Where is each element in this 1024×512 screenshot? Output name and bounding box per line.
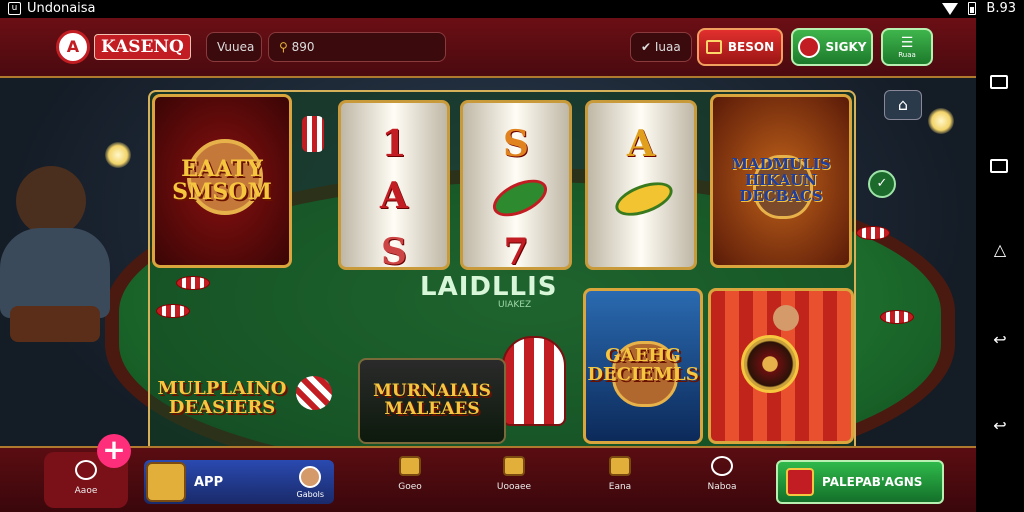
bottom-nav-item-3[interactable]: Eana xyxy=(590,456,650,506)
game-tile-gaehg[interactable]: GAEHG DECIEMLS xyxy=(583,288,703,444)
battery-icon xyxy=(968,2,977,15)
menu-sublabel: Ruaa xyxy=(898,50,916,59)
clock: B.93 xyxy=(986,1,1016,16)
overview-icon[interactable] xyxy=(990,159,1008,173)
chat-bubble-icon xyxy=(711,456,733,476)
reel-symbol: S xyxy=(381,231,407,273)
game-title: GAEHG DECIEMLS xyxy=(587,345,699,385)
dice-cup-icon xyxy=(502,336,566,426)
search-icon: ⚲ xyxy=(279,40,292,54)
watermelon-symbol-icon xyxy=(487,172,553,224)
game-title: MURNAIAIS MALEAES xyxy=(373,381,491,419)
logo-emblem-icon: A xyxy=(56,30,90,64)
casino-chip-icon xyxy=(156,304,190,318)
logo-text: KASENQ xyxy=(94,34,191,60)
reel-2: S 7 xyxy=(460,100,572,273)
game-title: MULPLAINO DEASIERS xyxy=(157,378,287,418)
app-icon xyxy=(146,462,186,502)
carrier-name: Undonaisa xyxy=(27,1,96,16)
chat-icon[interactable]: ✓ xyxy=(868,170,896,198)
table-subtitle: UIAKEZ xyxy=(498,300,532,310)
status-bar: u Undonaisa B.93 xyxy=(0,0,1024,18)
reel-symbol: 1 xyxy=(381,123,407,165)
dice-icon xyxy=(296,376,332,410)
reel-symbol: S xyxy=(503,123,529,165)
wifi-icon xyxy=(942,2,959,15)
promotions-label: PALEPAB'AGNS xyxy=(822,475,923,489)
reel-symbol: 7 xyxy=(503,231,529,273)
system-nav-bar: △ ↩ ↩ xyxy=(976,18,1024,512)
home-nav-icon xyxy=(75,460,97,480)
menu-button[interactable]: ☰ Ruaa xyxy=(881,28,933,66)
avatar xyxy=(797,36,820,58)
reel-3: A xyxy=(585,100,697,270)
recent-apps-icon[interactable] xyxy=(990,75,1008,89)
money-bag-icon xyxy=(609,456,631,476)
app-download-button[interactable]: APP Gabols xyxy=(144,460,334,504)
reel-symbol: A xyxy=(627,123,655,165)
back-icon[interactable]: ↩ xyxy=(990,330,1010,350)
nav-label: Naboa xyxy=(707,482,737,492)
bottom-nav-item-2[interactable]: Uooaee xyxy=(484,456,544,506)
casino-chip-icon xyxy=(856,226,890,240)
ceiling-lamp xyxy=(105,142,131,168)
profile-label: SIGKY xyxy=(825,40,867,54)
nav-pill[interactable]: Vuuea xyxy=(206,32,262,62)
gift-icon xyxy=(786,468,814,496)
home-icon[interactable]: △ xyxy=(990,240,1010,260)
game-title: EAATY SMSOM xyxy=(172,155,272,205)
back-alt-icon[interactable]: ↩ xyxy=(990,416,1010,436)
bottom-nav-item-1[interactable]: Goeo xyxy=(380,456,440,506)
dice-cup-icon xyxy=(302,116,324,152)
banana-symbol-icon xyxy=(611,175,677,223)
logo[interactable]: A KASENQ xyxy=(56,30,191,64)
promotions-button[interactable]: PALEPAB'AGNS xyxy=(776,460,944,504)
balance-label: BESON xyxy=(727,40,775,54)
player-character-body xyxy=(0,228,110,318)
lobby-home-button[interactable]: ⌂ xyxy=(884,90,922,120)
player-character-head xyxy=(16,166,86,236)
reel-1: 1 A S xyxy=(338,100,450,273)
menu-icon: ☰ xyxy=(900,34,914,51)
roulette-wheel-icon xyxy=(741,335,799,393)
status-pill[interactable]: ✔ Iuaa xyxy=(630,32,692,62)
profile-button[interactable]: SIGKY xyxy=(791,28,873,66)
search-input[interactable]: ⚲ 890 xyxy=(268,32,446,62)
app-side-label: Gabols xyxy=(296,489,324,499)
nav-label: Eana xyxy=(608,482,632,492)
wallet-icon xyxy=(705,40,722,54)
casino-app: A KASENQ Vuuea ⚲ 890 ✔ Iuaa BESON SIGKY … xyxy=(0,18,976,512)
nav-label: Uooaee xyxy=(496,482,532,492)
game-tile-eaaty-smsom[interactable]: EAATY SMSOM xyxy=(152,94,292,268)
casino-chip-icon xyxy=(880,310,914,324)
top-header: A KASENQ Vuuea ⚲ 890 ✔ Iuaa BESON SIGKY … xyxy=(0,18,976,78)
game-title: MADMULIS HIKAUN DECBACS xyxy=(731,155,831,205)
app-label: APP xyxy=(194,474,224,490)
slot-lever-base xyxy=(10,306,100,342)
barrel-icon xyxy=(503,456,525,476)
bottom-nav-item-4[interactable]: Naboa xyxy=(692,456,752,506)
nav-label: Goeo xyxy=(398,482,422,492)
game-tile-mulplaino[interactable]: MULPLAINO DEASIERS xyxy=(152,354,292,444)
bottom-bar: Aaoe APP Gabols Goeo Uooaee Eana Naboa P… xyxy=(0,446,976,512)
notification-icon: u xyxy=(8,2,21,15)
game-tile-roulette[interactable] xyxy=(708,288,854,444)
add-button[interactable]: + xyxy=(97,434,131,468)
casino-chip-icon xyxy=(176,276,210,290)
reel-symbol: A xyxy=(380,175,408,217)
ceiling-lamp xyxy=(928,108,954,134)
balance-button[interactable]: BESON xyxy=(697,28,783,66)
house-icon xyxy=(399,456,421,476)
home-label: Aaoe xyxy=(74,486,98,496)
search-value: 890 xyxy=(291,40,315,54)
dealer-character xyxy=(773,305,799,331)
avatar xyxy=(299,465,322,488)
game-tile-murnaiais[interactable]: MURNAIAIS MALEAES xyxy=(358,358,506,444)
app-side: Gabols xyxy=(296,465,324,499)
game-tile-madmulis[interactable]: MADMULIS HIKAUN DECBACS xyxy=(710,94,852,268)
